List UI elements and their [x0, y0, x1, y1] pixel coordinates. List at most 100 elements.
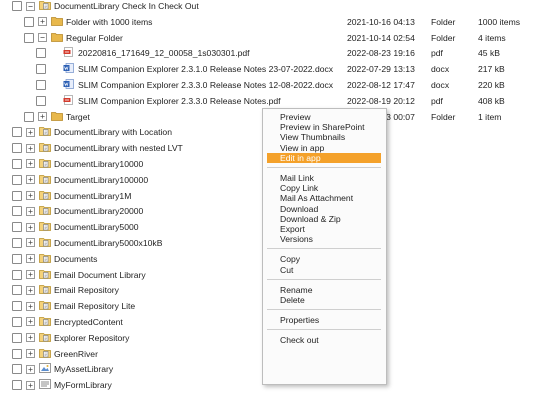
row-checkbox[interactable]: [12, 174, 22, 185]
library-icon: [39, 269, 51, 279]
library-icon: [39, 237, 51, 247]
tree-row[interactable]: SLIM Companion Explorer 2.3.3.0 Release …: [0, 93, 558, 109]
row-checkbox[interactable]: [12, 348, 22, 359]
item-label[interactable]: DocumentLibrary with Location: [54, 127, 172, 137]
expand-icon[interactable]: +: [26, 380, 35, 390]
row-checkbox[interactable]: [12, 380, 22, 391]
collapse-icon[interactable]: −: [38, 33, 47, 43]
row-checkbox[interactable]: [24, 111, 34, 122]
expand-icon[interactable]: +: [26, 364, 35, 374]
item-label[interactable]: SLIM Companion Explorer 2.3.3.0 Release …: [78, 96, 281, 106]
row-checkbox[interactable]: [24, 16, 34, 27]
item-label[interactable]: DocumentLibrary20000: [54, 206, 143, 216]
menu-item-check-out[interactable]: Check out: [267, 335, 381, 345]
menu-item-versions[interactable]: Versions: [267, 234, 381, 244]
item-label[interactable]: DocumentLibrary5000: [54, 222, 139, 232]
tree-row[interactable]: − Regular Folder 2021-10-14 02:54 Folder 4 i…: [0, 30, 558, 46]
tree-row[interactable]: SLIM Companion Explorer 2.3.1.0 Release …: [0, 61, 558, 77]
row-checkbox[interactable]: [12, 269, 22, 280]
expand-icon[interactable]: +: [26, 317, 35, 327]
item-label[interactable]: Target: [66, 112, 90, 122]
menu-item-copy-link[interactable]: Copy Link: [267, 183, 381, 193]
item-label[interactable]: DocumentLibrary1M: [54, 191, 131, 201]
row-checkbox[interactable]: [12, 332, 22, 343]
item-label[interactable]: MyFormLibrary: [54, 380, 112, 390]
row-checkbox[interactable]: [12, 127, 22, 138]
expand-icon[interactable]: +: [26, 191, 35, 201]
row-checkbox[interactable]: [36, 95, 46, 106]
expand-icon[interactable]: +: [26, 301, 35, 311]
row-checkbox[interactable]: [12, 190, 22, 201]
menu-item-export[interactable]: Export: [267, 224, 381, 234]
item-label[interactable]: MyAssetLibrary: [54, 364, 113, 374]
expand-icon[interactable]: +: [26, 270, 35, 280]
row-checkbox[interactable]: [36, 64, 46, 75]
row-checkbox[interactable]: [12, 1, 22, 11]
item-label[interactable]: DocumentLibrary5000x10kB: [54, 238, 162, 248]
item-label[interactable]: EncryptedContent: [54, 317, 123, 327]
item-label[interactable]: Regular Folder: [66, 33, 123, 43]
expand-icon[interactable]: +: [26, 143, 35, 153]
expand-icon[interactable]: +: [26, 285, 35, 295]
item-label[interactable]: Explorer Repository: [54, 333, 129, 343]
expand-icon[interactable]: +: [26, 222, 35, 232]
expand-icon[interactable]: +: [26, 333, 35, 343]
row-checkbox[interactable]: [24, 32, 34, 43]
expand-icon[interactable]: +: [26, 349, 35, 359]
row-checkbox[interactable]: [12, 253, 22, 264]
menu-item-download[interactable]: Download: [267, 204, 381, 214]
item-size: 220 kB: [478, 79, 505, 90]
menu-item-preview-in-sharepoint[interactable]: Preview in SharePoint: [267, 122, 381, 132]
row-checkbox[interactable]: [12, 206, 22, 217]
menu-item-edit-in-app[interactable]: Edit in app: [267, 152, 381, 163]
row-checkbox[interactable]: [12, 222, 22, 233]
item-label[interactable]: DocumentLibrary100000: [54, 175, 148, 185]
expand-icon[interactable]: +: [26, 254, 35, 264]
item-label[interactable]: Email Repository Lite: [54, 301, 135, 311]
menu-item-preview[interactable]: Preview: [267, 112, 381, 122]
row-checkbox[interactable]: [12, 364, 22, 375]
row-checkbox[interactable]: [36, 48, 46, 59]
item-label[interactable]: Folder with 1000 items: [66, 17, 152, 27]
expand-icon[interactable]: +: [26, 127, 35, 137]
collapse-icon[interactable]: −: [26, 1, 35, 11]
item-label[interactable]: Email Repository: [54, 285, 119, 295]
row-checkbox[interactable]: [12, 316, 22, 327]
expand-icon[interactable]: +: [26, 175, 35, 185]
expand-icon[interactable]: +: [26, 159, 35, 169]
menu-item-download-and-zip[interactable]: Download & Zip: [267, 214, 381, 224]
item-label[interactable]: DocumentLibrary10000: [54, 159, 143, 169]
item-label[interactable]: SLIM Companion Explorer 2.3.1.0 Release …: [78, 64, 333, 74]
menu-item-mail-link[interactable]: Mail Link: [267, 173, 381, 183]
item-label[interactable]: Documents: [54, 254, 97, 264]
menu-separator: [267, 309, 381, 311]
expand-icon[interactable]: +: [38, 112, 47, 122]
expand-icon[interactable]: +: [38, 17, 47, 27]
tree-row[interactable]: SLIM Companion Explorer 2.3.3.0 Release …: [0, 77, 558, 93]
tree-row[interactable]: − DocumentLibrary Check In Check Out: [0, 0, 558, 14]
menu-item-cut[interactable]: Cut: [267, 265, 381, 275]
item-label[interactable]: DocumentLibrary Check In Check Out: [54, 1, 199, 11]
item-label[interactable]: DocumentLibrary with nested LVT: [54, 143, 183, 153]
menu-item-rename[interactable]: Rename: [267, 285, 381, 295]
menu-item-view-thumbnails[interactable]: View Thumbnails: [267, 132, 381, 142]
row-checkbox[interactable]: [12, 158, 22, 169]
tree-row[interactable]: 20220816_171649_12_00058_1s030301.pdf 202…: [0, 45, 558, 61]
menu-item-properties[interactable]: Properties: [267, 315, 381, 325]
row-checkbox[interactable]: [12, 143, 22, 154]
menu-item-delete[interactable]: Delete: [267, 295, 381, 305]
item-label[interactable]: 20220816_171649_12_00058_1s030301.pdf: [78, 48, 250, 58]
row-checkbox[interactable]: [12, 237, 22, 248]
menu-item-view-in-app[interactable]: View in app: [267, 143, 381, 153]
menu-item-mail-as-attachment[interactable]: Mail As Attachment: [267, 193, 381, 203]
row-checkbox[interactable]: [12, 285, 22, 296]
row-checkbox[interactable]: [12, 301, 22, 312]
expand-icon[interactable]: +: [26, 238, 35, 248]
menu-item-copy[interactable]: Copy: [267, 254, 381, 264]
item-label[interactable]: SLIM Companion Explorer 2.3.3.0 Release …: [78, 80, 333, 90]
row-checkbox[interactable]: [36, 79, 46, 90]
expand-icon[interactable]: +: [26, 206, 35, 216]
item-label[interactable]: Email Document Library: [54, 270, 146, 280]
item-label[interactable]: GreenRiver: [54, 349, 98, 359]
tree-row[interactable]: + Folder with 1000 items 2021-10-16 04:13 F…: [0, 14, 558, 30]
